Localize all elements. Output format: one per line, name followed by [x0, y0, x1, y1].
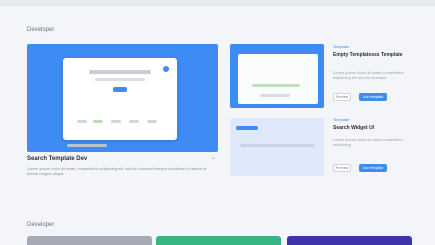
template-card[interactable]	[287, 236, 412, 245]
side-card-description: Lorem ipsum dolor sit amet consectetur a…	[333, 70, 404, 80]
preview-item	[77, 120, 87, 123]
use-template-button[interactable]: Use template	[359, 164, 387, 172]
hero-card-description: Lorem ipsum dolor sit amet, consectetur …	[27, 166, 207, 176]
preview-title-placeholder	[89, 70, 151, 74]
preview-item	[147, 120, 157, 123]
preview-subtitle-placeholder	[95, 78, 145, 81]
hero-template-card[interactable]	[27, 44, 218, 152]
template-card[interactable]	[27, 236, 152, 245]
preview-item	[93, 120, 103, 123]
hero-preview-window	[63, 58, 177, 140]
side-card-thumbnail[interactable]	[230, 44, 324, 108]
thumbnail-bar	[252, 84, 300, 87]
more-options-icon[interactable]: ⌄	[211, 154, 216, 161]
preview-item	[111, 120, 121, 123]
thumbnail-bar	[260, 94, 290, 97]
section-label-more: Developer	[27, 222, 55, 228]
side-card-title[interactable]: Search Widget UI	[333, 125, 407, 131]
thumbnail-window	[238, 54, 318, 104]
preview-button[interactable]: Preview	[333, 93, 351, 101]
side-card-tag: Template	[333, 44, 350, 49]
side-card-thumbnail[interactable]	[230, 118, 324, 176]
thumbnail-header	[236, 126, 258, 130]
top-bar	[0, 0, 435, 6]
side-card-title[interactable]: Empty Templatesss Template	[333, 52, 407, 58]
side-card-tag: Template	[333, 117, 350, 122]
template-card[interactable]	[156, 236, 281, 245]
hero-card-title[interactable]: Search Template Dev	[27, 156, 87, 162]
section-label-featured: Developer	[27, 27, 55, 33]
preview-item	[129, 120, 139, 123]
use-template-button[interactable]: Use template	[359, 93, 387, 101]
preview-button-placeholder	[113, 87, 127, 92]
thumbnail-row	[240, 144, 314, 147]
preview-button[interactable]: Preview	[333, 164, 351, 172]
corner-dot-icon	[163, 66, 169, 72]
preview-footer-line	[67, 144, 107, 147]
side-card-description: Lorem ipsum dolor sit amet consectetur a…	[333, 137, 404, 147]
